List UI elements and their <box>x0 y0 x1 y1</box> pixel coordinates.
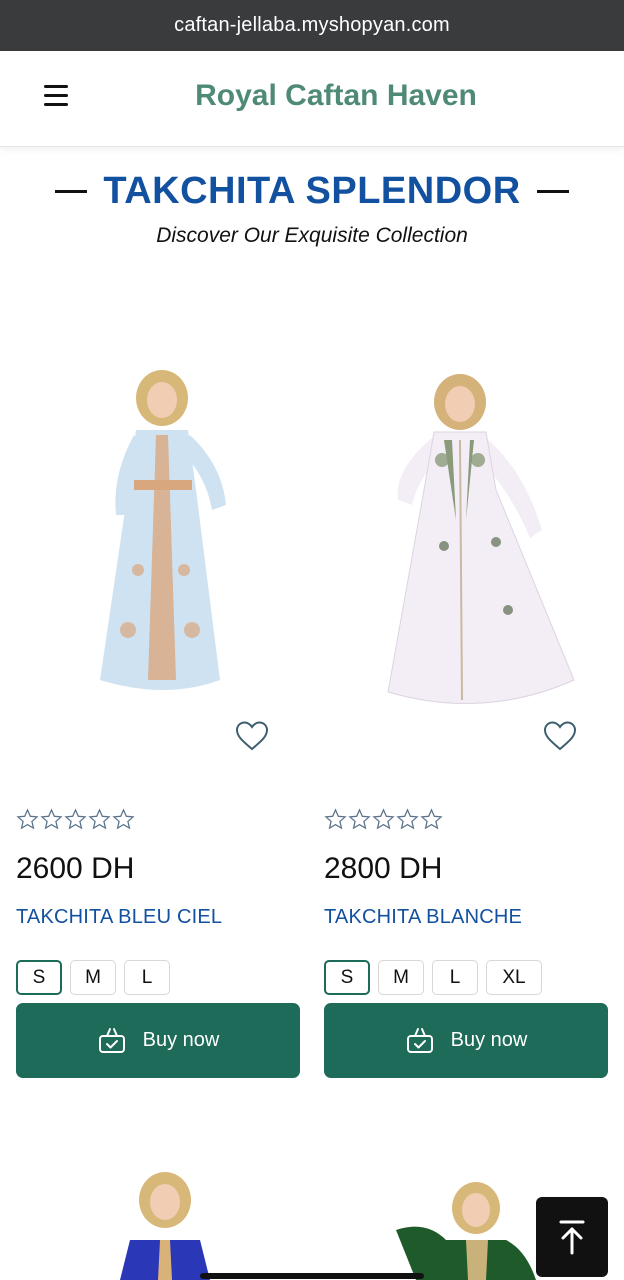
size-selector: S M L XL <box>324 960 542 995</box>
product-image[interactable] <box>16 300 300 770</box>
section-title: TAKCHITA SPLENDOR <box>103 170 521 212</box>
title-dash-right <box>536 190 569 193</box>
star-icon <box>396 808 419 830</box>
star-icon <box>348 808 371 830</box>
next-product-image[interactable] <box>110 1160 220 1280</box>
star-icon <box>112 808 135 830</box>
basket-icon <box>406 1027 433 1053</box>
rating-stars <box>324 808 443 831</box>
star-icon <box>64 808 87 830</box>
back-to-top-button[interactable] <box>536 1197 608 1277</box>
rating-stars <box>16 808 135 831</box>
product-name[interactable]: TAKCHITA BLANCHE <box>324 906 522 929</box>
size-option-xl[interactable]: XL <box>486 960 542 995</box>
product-card: 2800 DH TAKCHITA BLANCHE S M L XL Buy no… <box>324 300 608 1078</box>
basket-icon <box>98 1027 125 1053</box>
title-dash-left <box>55 190 88 193</box>
size-selector: S M L <box>16 960 170 995</box>
arrow-up-icon <box>559 1220 585 1255</box>
size-option-l[interactable]: L <box>432 960 478 995</box>
size-option-m[interactable]: M <box>378 960 424 995</box>
brand-name[interactable]: Royal Caftan Haven <box>0 79 624 113</box>
caftan-dress-image <box>100 370 226 690</box>
buy-now-button[interactable]: Buy now <box>16 1003 300 1078</box>
caftan-dress-image <box>387 374 575 705</box>
site-header: Royal Caftan Haven <box>0 51 624 147</box>
next-product-image[interactable] <box>396 1160 546 1280</box>
section-subtitle: Discover Our Exquisite Collection <box>156 224 468 247</box>
star-icon <box>88 808 111 830</box>
star-icon <box>40 808 63 830</box>
size-option-s[interactable]: S <box>16 960 62 995</box>
star-icon <box>16 808 39 830</box>
product-name[interactable]: TAKCHITA BLEU CIEL <box>16 906 222 929</box>
buy-now-button[interactable]: Buy now <box>324 1003 608 1078</box>
star-icon <box>420 808 443 830</box>
product-price: 2600 DH <box>16 852 135 885</box>
home-indicator <box>200 1273 424 1279</box>
browser-url-bar[interactable]: caftan-jellaba.myshopyan.com <box>0 0 624 51</box>
url-text: caftan-jellaba.myshopyan.com <box>174 14 450 36</box>
section-heading: TAKCHITA SPLENDOR <box>0 170 624 213</box>
buy-now-label: Buy now <box>450 1029 528 1051</box>
buy-now-label: Buy now <box>142 1029 220 1051</box>
size-option-m[interactable]: M <box>70 960 116 995</box>
size-option-s[interactable]: S <box>324 960 370 995</box>
heart-icon[interactable] <box>542 720 578 752</box>
star-icon <box>372 808 395 830</box>
star-icon <box>324 808 347 830</box>
product-card: 2600 DH TAKCHITA BLEU CIEL S M L Buy now <box>16 300 300 1078</box>
product-image[interactable] <box>324 300 608 770</box>
size-option-l[interactable]: L <box>124 960 170 995</box>
heart-icon[interactable] <box>234 720 270 752</box>
product-price: 2800 DH <box>324 852 443 885</box>
